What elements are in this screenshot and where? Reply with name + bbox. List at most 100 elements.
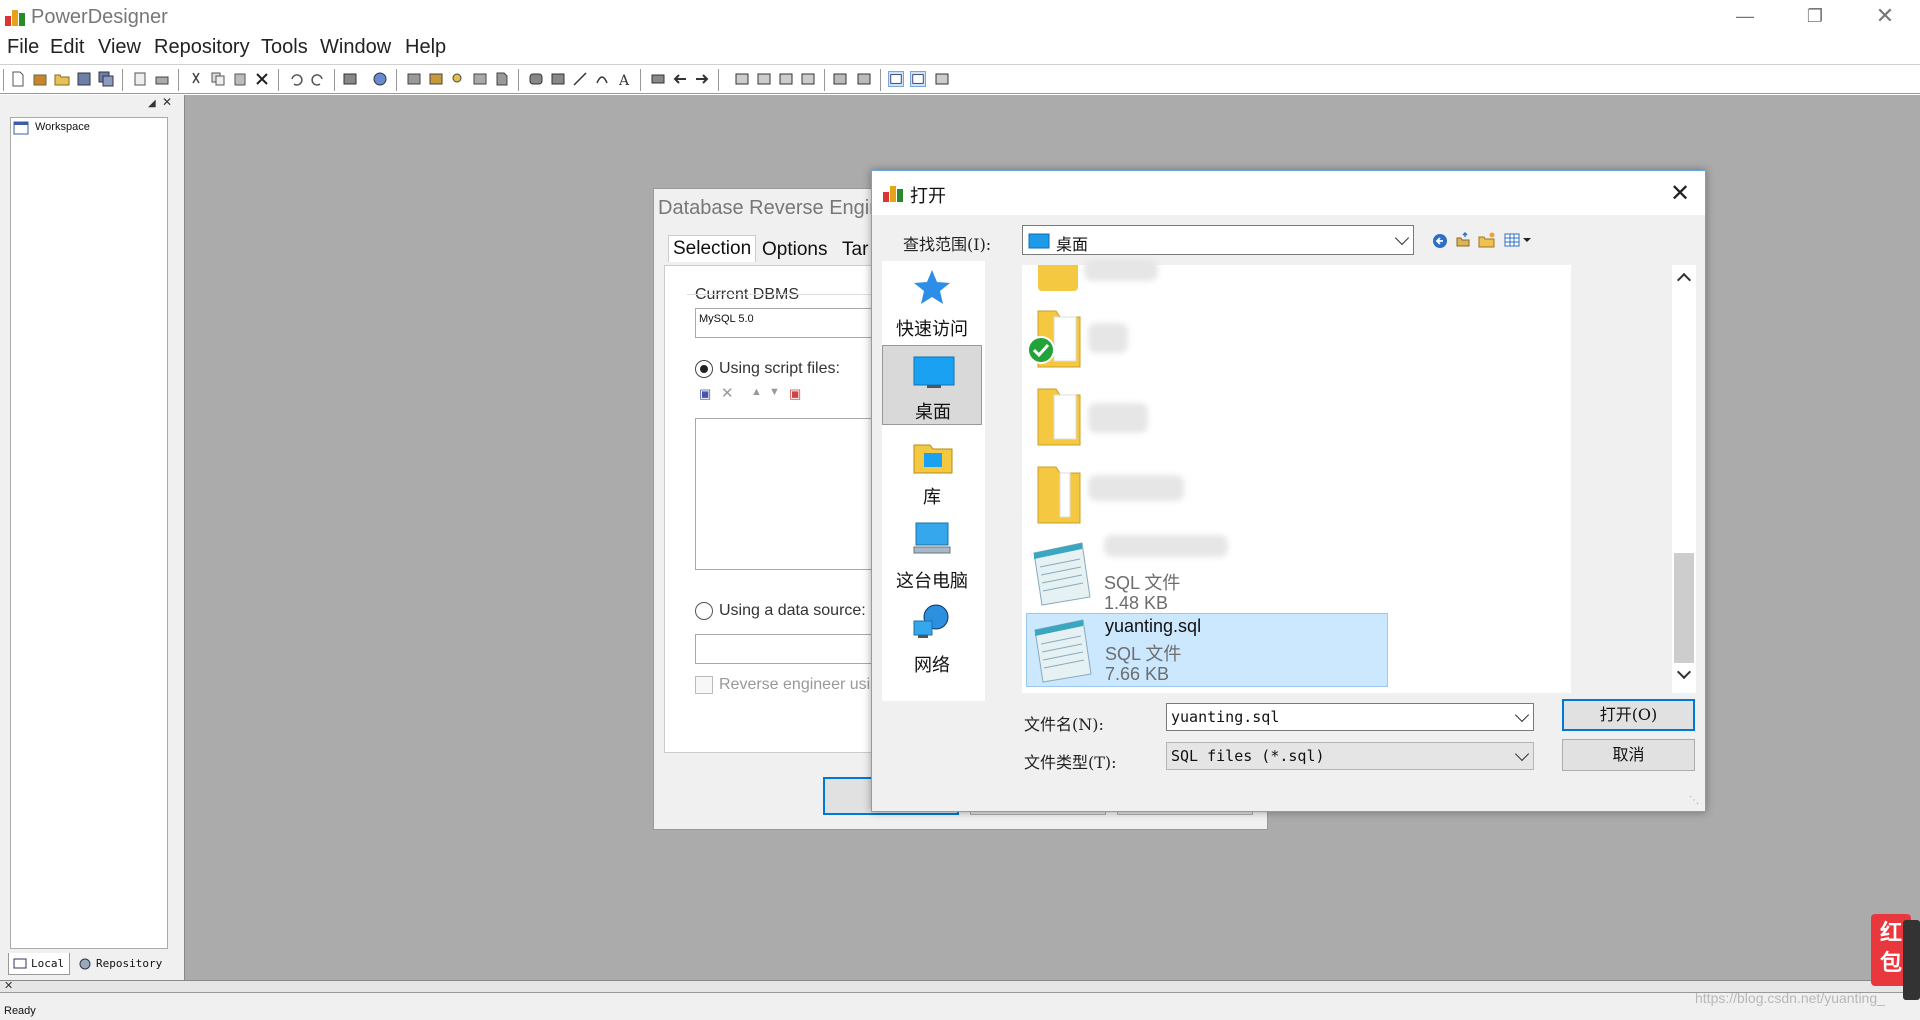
list-item[interactable]	[1026, 301, 1386, 375]
copy-icon[interactable]	[210, 71, 226, 87]
tool-arrow-left-icon[interactable]	[672, 71, 688, 87]
list-item[interactable]	[1026, 457, 1386, 531]
list-item[interactable]: SQL 文件 1.48 KB	[1026, 535, 1396, 613]
toolbar-separator	[178, 69, 180, 91]
tool-line-icon[interactable]	[572, 71, 588, 87]
scroll-up-icon[interactable]	[1676, 272, 1692, 288]
open-folder-icon[interactable]	[54, 71, 70, 87]
print-preview-icon[interactable]	[132, 71, 148, 87]
tool-polyline-icon[interactable]	[650, 71, 666, 87]
browser-tree[interactable]: Workspace	[10, 117, 168, 949]
minimize-button[interactable]: —	[1710, 0, 1780, 34]
back-icon[interactable]	[1432, 233, 1448, 249]
scroll-thumb[interactable]	[1674, 553, 1694, 663]
cut-icon[interactable]	[188, 71, 204, 87]
redo-icon[interactable]	[310, 71, 326, 87]
align-1-icon[interactable]	[832, 71, 848, 87]
list-item[interactable]	[1026, 379, 1386, 453]
menu-view[interactable]: View	[98, 36, 141, 59]
properties-icon[interactable]	[342, 71, 358, 87]
place-network[interactable]: 网络	[882, 599, 982, 679]
look-in-combo[interactable]: 桌面	[1022, 225, 1414, 255]
place-quick-access[interactable]: 快速访问	[882, 263, 982, 343]
tool-file-icon[interactable]	[494, 71, 510, 87]
move-up-icon[interactable]: ▲	[751, 386, 762, 398]
file-list-scrollbar[interactable]	[1672, 265, 1696, 693]
tool-arrow-right-icon[interactable]	[694, 71, 710, 87]
filetype-select[interactable]: SQL files (*.sql)	[1166, 742, 1534, 770]
tab-repository[interactable]: Repository	[74, 953, 174, 975]
list-item-selected[interactable]: yuanting.sql SQL 文件 7.66 KB	[1026, 613, 1388, 687]
toolbar-separator	[824, 69, 826, 91]
reverse-engineer-checkbox[interactable]	[695, 676, 713, 694]
print-icon[interactable]	[154, 71, 170, 87]
layout-4-icon[interactable]	[800, 71, 816, 87]
script-files-label: Using script files:	[719, 360, 840, 377]
script-files-radio[interactable]	[695, 360, 713, 378]
add-file-icon[interactable]: ▣	[699, 386, 711, 402]
folder-icon	[1038, 265, 1078, 291]
tree-node-workspace[interactable]: Workspace	[13, 120, 163, 136]
paste-icon[interactable]	[232, 71, 248, 87]
tool-arc-icon[interactable]	[594, 71, 610, 87]
data-source-radio[interactable]	[695, 602, 713, 620]
save-icon[interactable]	[76, 71, 92, 87]
file-list[interactable]: SQL 文件 1.48 KB yuanting.sql SQL 文件 7.66 …	[1022, 259, 1571, 693]
tool-zoom-icon[interactable]	[450, 71, 466, 87]
menu-tools[interactable]: Tools	[261, 36, 308, 59]
move-down-icon[interactable]: ▼	[769, 386, 780, 398]
new-model-icon[interactable]	[32, 71, 48, 87]
tab-selection[interactable]: Selection	[668, 235, 757, 262]
view-browser-icon[interactable]	[888, 71, 904, 87]
open-button[interactable]: 打开(O)	[1562, 699, 1695, 731]
cancel-button[interactable]: 取消	[1562, 739, 1695, 771]
clear-files-icon[interactable]: ▣	[789, 386, 801, 402]
scroll-down-icon[interactable]	[1676, 664, 1692, 680]
tab-options[interactable]: Options	[762, 239, 827, 261]
tool-pointer-icon[interactable]	[406, 71, 422, 87]
restore-button[interactable]: ❐	[1780, 0, 1850, 34]
open-dialog-close-icon[interactable]: ✕	[1670, 179, 1690, 208]
up-folder-icon[interactable]	[1455, 232, 1471, 248]
tool-note-icon[interactable]	[472, 71, 488, 87]
tab-local[interactable]: Local	[8, 953, 70, 975]
menu-help[interactable]: Help	[405, 36, 446, 59]
view-output-icon[interactable]	[910, 71, 926, 87]
align-2-icon[interactable]	[856, 71, 872, 87]
tab-target[interactable]: Tar	[842, 239, 868, 261]
tool-grabber-icon[interactable]	[428, 71, 444, 87]
layout-3-icon[interactable]	[778, 71, 794, 87]
place-label: 快速访问	[896, 319, 968, 339]
view-menu-icon[interactable]	[1504, 232, 1532, 248]
tool-rounded-rect-icon[interactable]	[528, 71, 544, 87]
layout-1-icon[interactable]	[734, 71, 750, 87]
panel-dock-icon[interactable]: ◢	[148, 98, 156, 109]
blurred-name	[1088, 475, 1184, 501]
new-icon[interactable]	[10, 71, 26, 87]
menu-edit[interactable]: Edit	[50, 36, 84, 59]
view-result-icon[interactable]	[934, 71, 950, 87]
save-all-icon[interactable]	[98, 71, 114, 87]
menu-file[interactable]: File	[7, 36, 39, 59]
resize-grip-icon[interactable]: ⋱	[1689, 795, 1699, 806]
place-library[interactable]: 库	[882, 431, 982, 511]
output-close-icon[interactable]: ✕	[4, 979, 13, 992]
menu-window[interactable]: Window	[320, 36, 391, 59]
close-button[interactable]: ✕	[1850, 0, 1920, 34]
delete-icon[interactable]	[254, 71, 270, 87]
undo-icon[interactable]	[288, 71, 304, 87]
toolbar-separator	[718, 69, 720, 91]
remove-file-icon[interactable]: ✕	[721, 384, 734, 402]
repository-icon[interactable]	[372, 71, 388, 87]
place-this-pc[interactable]: 这台电脑	[882, 515, 982, 595]
menu-repository[interactable]: Repository	[154, 36, 250, 59]
layout-2-icon[interactable]	[756, 71, 772, 87]
panel-close-icon[interactable]: ✕	[162, 95, 172, 109]
side-handle[interactable]	[1903, 920, 1920, 1000]
blurred-name	[1104, 535, 1228, 557]
new-folder-icon[interactable]	[1478, 232, 1496, 248]
filename-combo[interactable]: yuanting.sql	[1166, 703, 1534, 731]
tool-rect-icon[interactable]	[550, 71, 566, 87]
tool-text-icon[interactable]: A	[616, 71, 632, 87]
place-desktop[interactable]: 桌面	[882, 345, 982, 425]
